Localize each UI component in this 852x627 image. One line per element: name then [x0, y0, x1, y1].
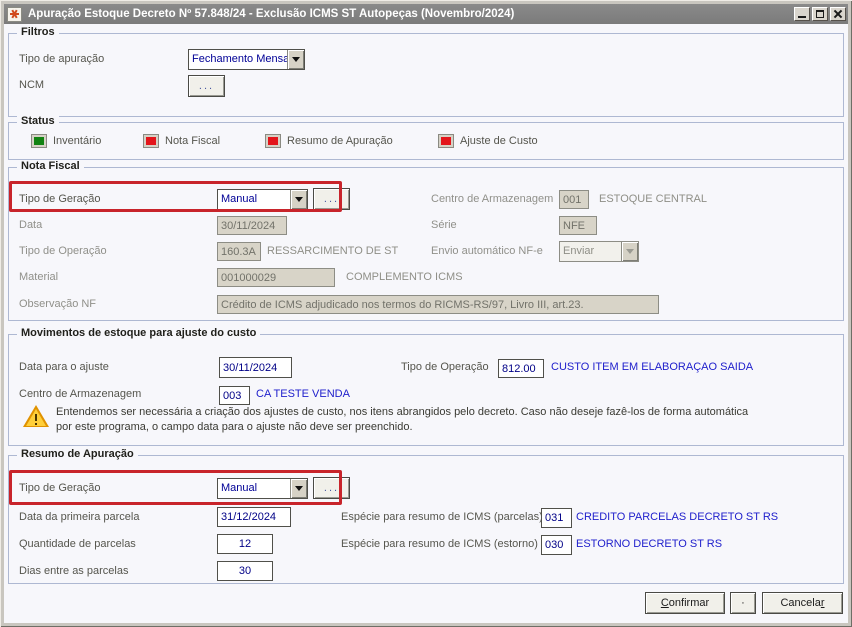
resumo-group-title: Resumo de Apuração [17, 448, 138, 460]
status-square-ajuste [438, 134, 454, 148]
tipo-operacao-nf-label: Tipo de Operação [19, 245, 107, 257]
centro-armazenagem-nf-code [559, 190, 589, 209]
status-label-ajuste: Ajuste de Custo [460, 135, 538, 147]
dias-parcelas-field[interactable] [217, 561, 273, 581]
minimize-button[interactable] [794, 7, 810, 21]
data-parcela-label: Data da primeira parcela [19, 511, 140, 523]
serie-field [559, 216, 597, 235]
status-label-inventario: Inventário [53, 135, 102, 147]
especie-parcelas-code[interactable] [541, 508, 572, 528]
data-nf-field [217, 216, 287, 235]
centro-armazenagem-mov-label: Centro de Armazenagem [19, 388, 142, 400]
status-group-title: Status [17, 115, 59, 127]
dot-button[interactable]: · [730, 592, 756, 614]
dias-parcelas-label: Dias entre as parcelas [19, 565, 129, 577]
especie-estorno-desc: ESTORNO DECRETO ST RS [576, 538, 723, 550]
nota-fiscal-group-title: Nota Fiscal [17, 160, 84, 172]
data-parcela-field[interactable] [217, 507, 291, 527]
filtros-group: Filtros Tipo de apuração Fechamento Mens… [8, 26, 844, 117]
tipo-operacao-nf-desc: RESSARCIMENTO DE ST [267, 245, 399, 257]
confirm-button-accel: C [660, 597, 669, 609]
tipo-operacao-nf-code [217, 242, 261, 261]
tipo-apuracao-value: Fechamento Mensal [192, 53, 287, 65]
data-ajuste-field[interactable] [219, 357, 292, 378]
tipo-operacao-mov-desc: CUSTO ITEM EM ELABORAÇAO SAIDA [551, 361, 754, 373]
cancel-button-accel: r [820, 597, 825, 609]
material-label: Material [19, 271, 59, 283]
cancel-button-pre: Cancela [780, 597, 821, 609]
qtd-parcelas-label: Quantidade de parcelas [19, 538, 136, 550]
annotation-highlight-resumo [9, 470, 342, 505]
especie-estorno-label: Espécie para resumo de ICMS (estorno) [341, 538, 538, 550]
warning-icon [23, 405, 49, 428]
status-square-inventario [31, 134, 47, 148]
movimentos-group-title: Movimentos de estoque para ajuste do cus… [17, 327, 261, 339]
chevron-down-icon [287, 50, 304, 69]
tipo-apuracao-label: Tipo de apuração [19, 53, 105, 65]
especie-estorno-code[interactable] [541, 535, 572, 555]
status-label-nota-fiscal: Nota Fiscal [165, 135, 221, 147]
annotation-highlight-nota-fiscal [9, 181, 342, 212]
centro-armazenagem-nf-label: Centro de Armazenagem [431, 193, 554, 205]
warning-text-line1: Entendemos ser necessária a criação dos … [56, 406, 749, 418]
movimentos-group: Movimentos de estoque para ajuste do cus… [8, 327, 844, 446]
data-ajuste-label: Data para o ajuste [19, 361, 109, 373]
dialog-window: Apuração Estoque Decreto Nº 57.848/24 - … [0, 0, 852, 627]
cancel-button[interactable]: Cancelar [762, 592, 843, 614]
minimize-icon [798, 16, 806, 18]
status-label-resumo: Resumo de Apuração [287, 135, 393, 147]
material-code [217, 268, 335, 287]
centro-armazenagem-nf-desc: ESTOQUE CENTRAL [599, 193, 707, 205]
warning-text-line2: por este programa, o campo data para o a… [56, 421, 413, 433]
confirm-button[interactable]: Confirmar [645, 592, 725, 614]
confirm-button-rest: onfirmar [668, 597, 710, 609]
especie-parcelas-desc: CREDITO PARCELAS DECRETO ST RS [576, 511, 779, 523]
chevron-down-icon [621, 242, 638, 261]
close-button[interactable] [830, 7, 846, 21]
window-controls [792, 7, 846, 21]
status-square-resumo [265, 134, 281, 148]
serie-label: Série [431, 219, 457, 231]
centro-armazenagem-mov-code[interactable] [219, 386, 250, 405]
ncm-label: NCM [19, 79, 45, 91]
envio-automatico-select: Enviar [559, 241, 639, 262]
status-square-nota-fiscal [143, 134, 159, 148]
envio-automatico-label: Envio automático NF-e [431, 245, 543, 257]
maximize-icon [816, 10, 824, 18]
title-bar: Apuração Estoque Decreto Nº 57.848/24 - … [4, 4, 848, 24]
qtd-parcelas-field[interactable] [217, 534, 273, 554]
window-title: Apuração Estoque Decreto Nº 57.848/24 - … [28, 8, 515, 20]
data-nf-label: Data [19, 219, 43, 231]
tipo-operacao-mov-code[interactable] [498, 359, 544, 378]
tipo-apuracao-select[interactable]: Fechamento Mensal [188, 49, 305, 70]
especie-parcelas-label: Espécie para resumo de ICMS (parcelas) [341, 511, 543, 523]
ncm-browse-button[interactable]: ... [188, 75, 225, 97]
centro-armazenagem-mov-desc: CA TESTE VENDA [256, 388, 350, 400]
observacao-nf-label: Observação NF [19, 298, 97, 310]
status-group: Status Inventário Nota Fiscal Resumo de … [8, 115, 844, 160]
material-desc: COMPLEMENTO ICMS [346, 271, 463, 283]
app-icon [7, 6, 22, 22]
envio-automatico-value: Enviar [563, 245, 595, 257]
filtros-group-title: Filtros [17, 26, 59, 38]
observacao-nf-field [217, 295, 659, 314]
maximize-button[interactable] [812, 7, 828, 21]
tipo-operacao-mov-label: Tipo de Operação [401, 361, 489, 373]
